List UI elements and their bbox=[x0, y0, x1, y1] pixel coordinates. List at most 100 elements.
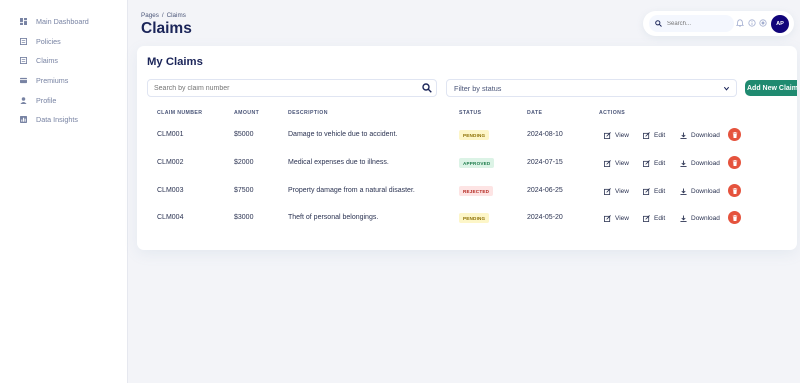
delete-button[interactable] bbox=[728, 156, 741, 169]
download-button[interactable]: Download bbox=[680, 186, 720, 196]
edit-label: Edit bbox=[654, 187, 666, 195]
claim-number: CLM004 bbox=[157, 214, 184, 221]
claim-number: CLM001 bbox=[157, 131, 184, 138]
claim-description: Damage to vehicle due to accident. bbox=[288, 131, 398, 138]
view-button[interactable]: View bbox=[604, 213, 629, 223]
card-title: My Claims bbox=[147, 56, 203, 68]
dashboard-icon bbox=[20, 17, 27, 25]
avatar[interactable]: AP bbox=[771, 15, 789, 33]
breadcrumb: Pages / Claims bbox=[141, 12, 189, 19]
download-label: Download bbox=[691, 187, 720, 195]
breadcrumb-separator: / bbox=[161, 12, 164, 19]
info-icon[interactable] bbox=[748, 19, 756, 27]
status-badge: PENDING bbox=[459, 130, 490, 140]
view-label: View bbox=[615, 159, 629, 167]
claim-description: Medical expenses due to illness. bbox=[288, 159, 389, 166]
claim-amount: $7500 bbox=[234, 187, 254, 194]
status-filter-select[interactable]: Filter by status bbox=[446, 79, 737, 97]
chevron-down-icon bbox=[723, 86, 730, 91]
trash-icon bbox=[732, 187, 737, 194]
global-search[interactable] bbox=[649, 15, 734, 32]
column-header-description: DESCRIPTION bbox=[288, 110, 328, 116]
claim-number: CLM002 bbox=[157, 159, 184, 166]
edit-button[interactable]: Edit bbox=[643, 130, 665, 140]
edit-square-icon bbox=[643, 187, 650, 195]
claim-amount: $5000 bbox=[234, 131, 254, 138]
edit-square-icon bbox=[604, 214, 611, 222]
sidebar-item-data-insights[interactable]: Data Insights bbox=[20, 112, 78, 126]
claim-date: 2024-06-25 bbox=[527, 187, 563, 194]
status-badge: REJECTED bbox=[459, 186, 494, 196]
claim-date: 2024-05-20 bbox=[527, 214, 563, 221]
claims-card: My Claims Filter by status Add New Claim… bbox=[137, 46, 797, 250]
delete-button[interactable] bbox=[728, 211, 741, 224]
sidebar-item-policies[interactable]: Policies bbox=[20, 34, 61, 48]
edit-square-icon bbox=[604, 159, 611, 167]
table-row: CLM003 $7500 Property damage from a natu… bbox=[137, 181, 797, 201]
sidebar-item-label: Main Dashboard bbox=[36, 16, 89, 26]
claim-description: Theft of personal belongings. bbox=[288, 214, 379, 221]
sidebar-item-claims[interactable]: Claims bbox=[20, 53, 58, 67]
download-button[interactable]: Download bbox=[680, 158, 720, 168]
download-label: Download bbox=[691, 214, 720, 222]
view-button[interactable]: View bbox=[604, 130, 629, 140]
view-button[interactable]: View bbox=[604, 158, 629, 168]
status-badge: PENDING bbox=[459, 213, 490, 223]
column-header-date: DATE bbox=[527, 110, 543, 116]
global-search-input[interactable] bbox=[667, 20, 727, 27]
edit-label: Edit bbox=[654, 159, 666, 167]
sidebar-item-label: Policies bbox=[36, 36, 61, 46]
download-label: Download bbox=[691, 131, 720, 139]
claim-date: 2024-07-15 bbox=[527, 159, 563, 166]
download-icon bbox=[680, 131, 687, 139]
column-header-amount: AMOUNT bbox=[234, 110, 260, 116]
breadcrumb-current: Claims bbox=[166, 12, 186, 19]
view-label: View bbox=[615, 214, 629, 222]
view-label: View bbox=[615, 131, 629, 139]
credit-card-icon bbox=[20, 77, 27, 83]
claim-amount: $3000 bbox=[234, 214, 254, 221]
edit-square-icon bbox=[643, 131, 650, 139]
column-header-actions: ACTIONS bbox=[599, 110, 626, 116]
chart-icon bbox=[20, 115, 27, 123]
download-icon bbox=[680, 159, 687, 167]
claim-number: CLM003 bbox=[157, 187, 184, 194]
column-header-status: STATUS bbox=[459, 110, 482, 116]
view-label: View bbox=[615, 187, 629, 195]
trash-icon bbox=[732, 214, 737, 221]
download-button[interactable]: Download bbox=[680, 213, 720, 223]
user-icon bbox=[20, 96, 27, 104]
edit-button[interactable]: Edit bbox=[643, 213, 665, 223]
edit-square-icon bbox=[643, 159, 650, 167]
sidebar: Main Dashboard Policies Claims Premiums … bbox=[0, 0, 128, 383]
download-icon bbox=[680, 187, 687, 195]
document-icon bbox=[20, 37, 27, 45]
edit-button[interactable]: Edit bbox=[643, 186, 665, 196]
sidebar-item-main-dashboard[interactable]: Main Dashboard bbox=[20, 14, 89, 28]
claim-description: Property damage from a natural disaster. bbox=[288, 187, 415, 194]
breadcrumb-pages[interactable]: Pages bbox=[141, 12, 159, 19]
sidebar-item-premiums[interactable]: Premiums bbox=[20, 73, 68, 87]
claim-search-box[interactable] bbox=[147, 79, 437, 97]
delete-button[interactable] bbox=[728, 128, 741, 141]
claim-date: 2024-08-10 bbox=[527, 131, 563, 138]
edit-label: Edit bbox=[654, 214, 666, 222]
trash-icon bbox=[732, 159, 737, 166]
delete-button[interactable] bbox=[728, 184, 741, 197]
sidebar-item-label: Profile bbox=[36, 95, 57, 105]
view-button[interactable]: View bbox=[604, 186, 629, 196]
sidebar-item-label: Claims bbox=[36, 55, 58, 65]
search-icon[interactable] bbox=[422, 83, 432, 93]
table-row: CLM001 $5000 Damage to vehicle due to ac… bbox=[137, 125, 797, 145]
add-new-claim-button[interactable]: Add New Claim bbox=[745, 80, 797, 96]
sidebar-item-profile[interactable]: Profile bbox=[20, 93, 56, 107]
table-row: CLM004 $3000 Theft of personal belonging… bbox=[137, 208, 797, 228]
edit-square-icon bbox=[643, 214, 650, 222]
bell-icon[interactable] bbox=[736, 19, 744, 27]
theme-toggle-icon[interactable] bbox=[759, 19, 767, 27]
download-button[interactable]: Download bbox=[680, 130, 720, 140]
column-header-claim-number: CLAIM NUMBER bbox=[157, 110, 203, 116]
claim-search-input[interactable] bbox=[154, 83, 404, 94]
edit-button[interactable]: Edit bbox=[643, 158, 665, 168]
edit-square-icon bbox=[604, 131, 611, 139]
